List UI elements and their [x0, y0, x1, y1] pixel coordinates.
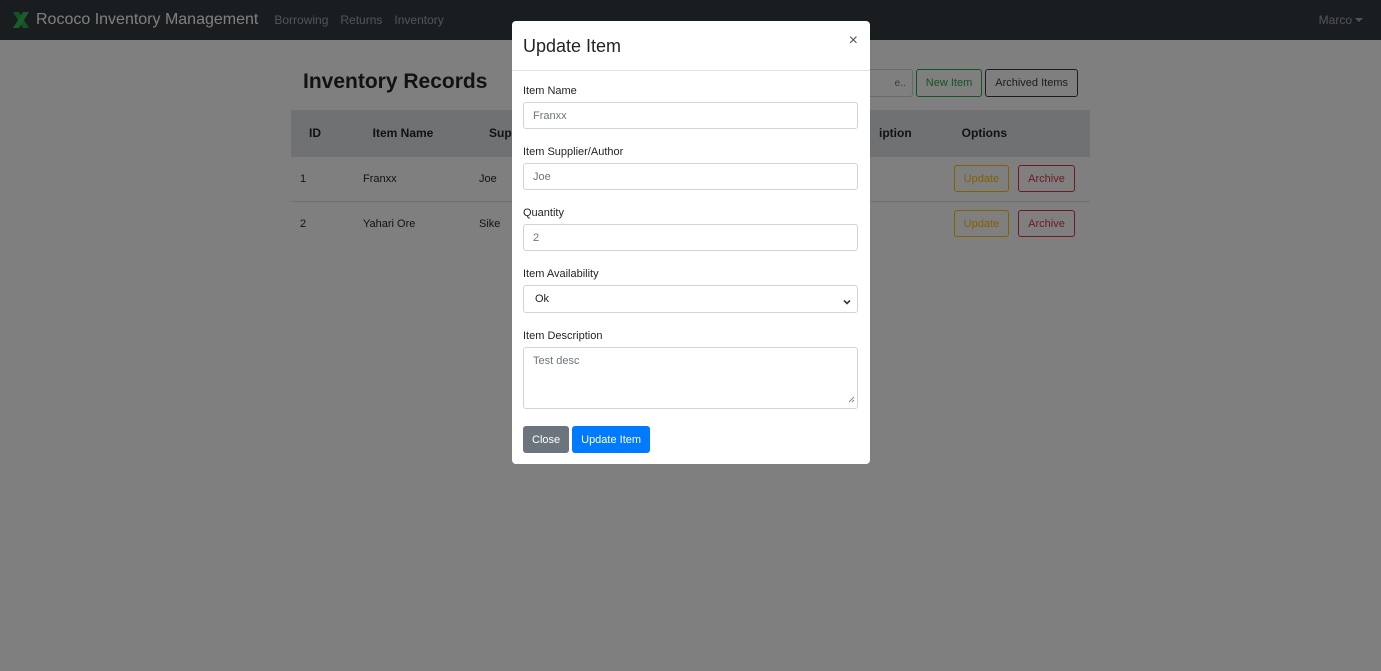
item-description-label: Item Description [523, 330, 603, 342]
item-supplier-field[interactable] [523, 163, 858, 190]
item-supplier-label: Item Supplier/Author [523, 146, 624, 158]
item-name-label: Item Name [523, 85, 577, 97]
item-description-value: Test desc [533, 355, 580, 367]
modal-footer: Close Update Item [523, 426, 651, 453]
item-description-field[interactable]: Test desc [523, 347, 858, 409]
item-availability-label: Item Availability [523, 268, 599, 280]
chevron-down-icon [842, 294, 852, 312]
close-button[interactable]: Close [523, 426, 570, 453]
item-name-field[interactable] [523, 102, 858, 129]
close-icon[interactable]: × [849, 33, 858, 49]
item-availability-value: Ok [535, 293, 550, 305]
item-availability-select[interactable]: Ok [523, 285, 858, 313]
update-item-button[interactable]: Update Item [572, 426, 651, 453]
update-item-modal: Update Item × Item Name Item Supplier/Au… [512, 21, 870, 464]
modal-title: Update Item [523, 36, 622, 56]
resize-grip-icon[interactable] [848, 394, 855, 406]
modal-header: Update Item × [512, 21, 870, 71]
quantity-field[interactable] [523, 224, 858, 251]
quantity-label: Quantity [523, 207, 564, 219]
modal-body: Item Name Item Supplier/Author Quantity … [512, 71, 870, 409]
